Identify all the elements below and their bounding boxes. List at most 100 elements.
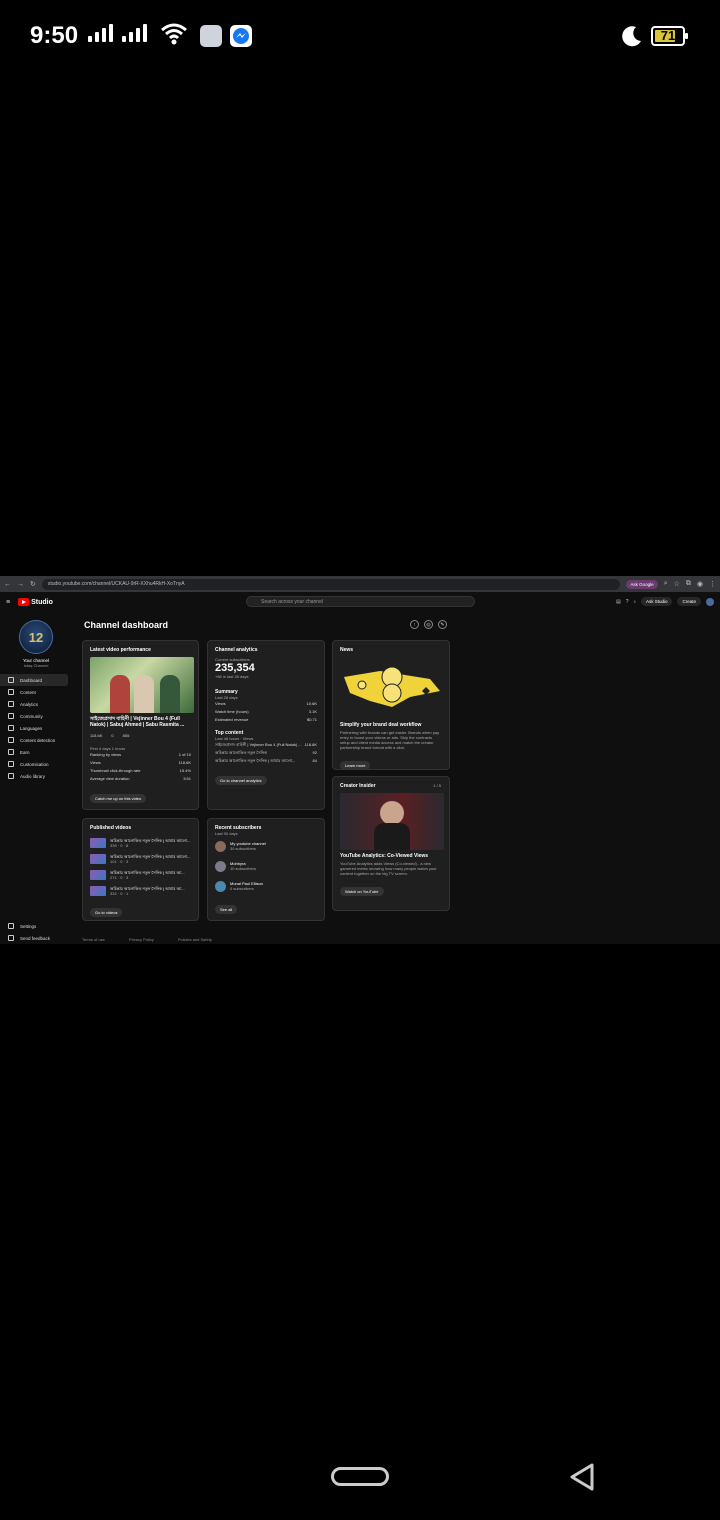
live-icon[interactable]: ◎ bbox=[424, 620, 433, 629]
list-item[interactable]: Monal Paul Ellison 0 subscribers bbox=[215, 876, 317, 896]
analytics-icon bbox=[8, 701, 14, 707]
card-heading: Channel analytics bbox=[215, 647, 258, 653]
browser-window: ← → ↻ studio.youtube.com/channel/UCKAU-9… bbox=[0, 576, 720, 944]
create-button[interactable]: Create bbox=[677, 597, 701, 606]
published-videos-card: Published videos অচিন্তার আলোকিত নতুন সৈ… bbox=[82, 818, 199, 921]
back-button[interactable] bbox=[568, 1462, 596, 1492]
copyright-icon bbox=[8, 737, 14, 743]
studio-header: ≡ Studio Search across your channel ▤ ? … bbox=[0, 592, 720, 612]
search-input[interactable]: Search across your channel bbox=[246, 596, 475, 607]
nav-bar bbox=[0, 1440, 720, 1520]
dashboard-icon bbox=[8, 677, 14, 683]
list-item[interactable]: অচিন্তার আলোকিত নতুন সৈনিক | আমার আলো...… bbox=[90, 835, 191, 851]
reload-icon[interactable]: ↻ bbox=[30, 580, 36, 588]
terms-link[interactable]: Terms of use bbox=[82, 937, 105, 942]
status-bar: 9:50 71 bbox=[0, 0, 720, 72]
sidebar-item-customisation[interactable]: Customisation bbox=[0, 758, 68, 770]
stack-app-icon bbox=[200, 25, 222, 47]
edit-icon[interactable]: ✎ bbox=[438, 620, 447, 629]
channel-analytics-card: Channel analytics Current subscribers 23… bbox=[207, 640, 325, 810]
sidebar-item-community[interactable]: Community bbox=[0, 710, 68, 722]
sidebar-item-content-detection[interactable]: Content detection bbox=[0, 734, 68, 746]
earn-icon bbox=[8, 749, 14, 755]
insider-body: YouTube Analytics adds Views (Co-viewed)… bbox=[340, 861, 437, 876]
stat-row: Views 118.6K bbox=[90, 760, 191, 765]
hamburger-icon[interactable]: ≡ bbox=[6, 599, 10, 606]
video-thumbnail bbox=[90, 886, 106, 896]
sidebar-item-analytics[interactable]: Analytics bbox=[0, 698, 68, 710]
messenger-icon bbox=[230, 25, 252, 47]
sidebar-item-feedback[interactable]: Send feedback bbox=[0, 932, 68, 944]
card-heading: Published videos bbox=[90, 825, 132, 831]
news-illustration bbox=[340, 657, 444, 714]
catch-up-button[interactable]: Catch me up on this video bbox=[90, 794, 147, 803]
video-thumbnail[interactable] bbox=[90, 657, 194, 713]
creator-insider-card: Creator Insider 1 / 5 YouTube Analytics:… bbox=[332, 776, 450, 911]
sidebar-item-content[interactable]: Content bbox=[0, 686, 68, 698]
list-item[interactable]: অচিন্তার আলোকিত নতুন সৈনিক | আমার আলো...… bbox=[90, 851, 191, 867]
captions-icon[interactable]: ▤ bbox=[616, 599, 621, 605]
content-icon bbox=[8, 689, 14, 695]
ask-studio-button[interactable]: Ask Studio bbox=[640, 597, 673, 606]
avatar bbox=[215, 860, 226, 872]
stat-row: Views 10.6K bbox=[215, 701, 317, 706]
forward-icon[interactable]: → bbox=[17, 581, 24, 588]
community-icon bbox=[8, 713, 14, 719]
stat-row: Estimated revenue $0.71 bbox=[215, 717, 317, 722]
extensions-icon[interactable]: ⧉ bbox=[686, 580, 691, 588]
policies-link[interactable]: Policies and Safety bbox=[178, 937, 212, 942]
profile-icon[interactable]: ◉ bbox=[697, 580, 703, 588]
news-title: Simplify your brand deal workflow bbox=[340, 722, 422, 728]
help-icon[interactable]: ? bbox=[626, 599, 629, 605]
zoom-icon[interactable]: ⌕ bbox=[664, 580, 668, 588]
card-heading: Latest video performance bbox=[90, 647, 151, 653]
list-item[interactable]: অচিন্তার আলোকিত নতুন সৈনিক | আমার আ... 33… bbox=[90, 883, 191, 899]
latest-video-card: Latest video performance সাইজেপ্রসাদ বাহ… bbox=[82, 640, 199, 810]
sidebar-item-earn[interactable]: Earn bbox=[0, 746, 68, 758]
dashboard-main: Channel dashboard ↑ ◎ ✎ Latest video per… bbox=[82, 612, 720, 944]
privacy-link[interactable]: Privacy Policy bbox=[129, 937, 154, 942]
list-item[interactable]: My youtube channel 30 subscribers bbox=[215, 836, 317, 856]
list-item[interactable]: Mohbyra 10 subscribers bbox=[215, 856, 317, 876]
menu-icon[interactable]: ⋮ bbox=[709, 580, 716, 588]
upload-icon[interactable]: ↑ bbox=[410, 620, 419, 629]
learn-more-button[interactable]: Learn more bbox=[340, 761, 371, 770]
subs-change: +66 in last 28 days bbox=[215, 674, 249, 679]
account-avatar[interactable] bbox=[706, 597, 714, 606]
moon-icon bbox=[622, 26, 641, 47]
bell-icon[interactable]: ♪ bbox=[633, 599, 636, 605]
customisation-icon bbox=[8, 761, 14, 767]
stat-row: Thumbnail click-through rate 15.4% bbox=[90, 768, 191, 773]
gear-icon bbox=[8, 923, 14, 929]
avatar bbox=[215, 880, 226, 892]
ask-google-button[interactable]: Ask Google bbox=[626, 579, 658, 589]
wifi-icon bbox=[161, 23, 187, 45]
insider-thumbnail[interactable] bbox=[340, 793, 444, 850]
video-title[interactable]: সাইজেপ্রসাদ বাহিনী | Vejinner Bou 4 (Ful… bbox=[90, 716, 191, 728]
video-thumbnail bbox=[90, 838, 106, 848]
bookmark-icon[interactable]: ☆ bbox=[674, 580, 680, 588]
watch-on-youtube-button[interactable]: Watch on YouTube bbox=[340, 887, 384, 896]
likes-stat: 855 bbox=[122, 733, 130, 738]
channel-avatar[interactable]: 12 bbox=[19, 620, 53, 654]
top-row: অচিন্তার আলোকিত নতুন সৈনিক 92 bbox=[215, 750, 317, 755]
sidebar-item-audio-library[interactable]: Audio library bbox=[0, 770, 68, 782]
sidebar-item-dashboard[interactable]: Dashboard bbox=[0, 674, 68, 686]
pager[interactable]: 1 / 5 bbox=[433, 783, 441, 788]
insider-title: YouTube Analytics: Co-Viewed Views bbox=[340, 853, 429, 859]
page-title: Channel dashboard bbox=[84, 620, 169, 630]
list-item[interactable]: অচিন্তার আলোকিত নতুন সৈনিক | আমার আ... 27… bbox=[90, 867, 191, 883]
go-analytics-button[interactable]: Go to channel analytics bbox=[215, 776, 267, 785]
address-bar[interactable]: studio.youtube.com/channel/UCKAU-9rR-XXh… bbox=[41, 578, 621, 590]
signal-icon bbox=[88, 24, 147, 42]
go-to-videos-button[interactable]: Go to videos bbox=[90, 908, 123, 917]
sidebar-item-settings[interactable]: Settings bbox=[0, 920, 68, 932]
news-card: News Simplify your brand deal workflow P… bbox=[332, 640, 450, 770]
back-icon[interactable]: ← bbox=[4, 581, 11, 588]
top-row: সাইজেপ্রসাদ বাহিনী | Vejinner Bou 4 (Ful… bbox=[215, 742, 317, 747]
studio-logo[interactable]: Studio bbox=[18, 598, 53, 606]
home-button[interactable] bbox=[331, 1467, 389, 1486]
see-all-button[interactable]: See all bbox=[215, 905, 238, 914]
sidebar-item-languages[interactable]: Languages bbox=[0, 722, 68, 734]
footer: Terms of use Privacy Policy Policies and… bbox=[82, 937, 212, 942]
